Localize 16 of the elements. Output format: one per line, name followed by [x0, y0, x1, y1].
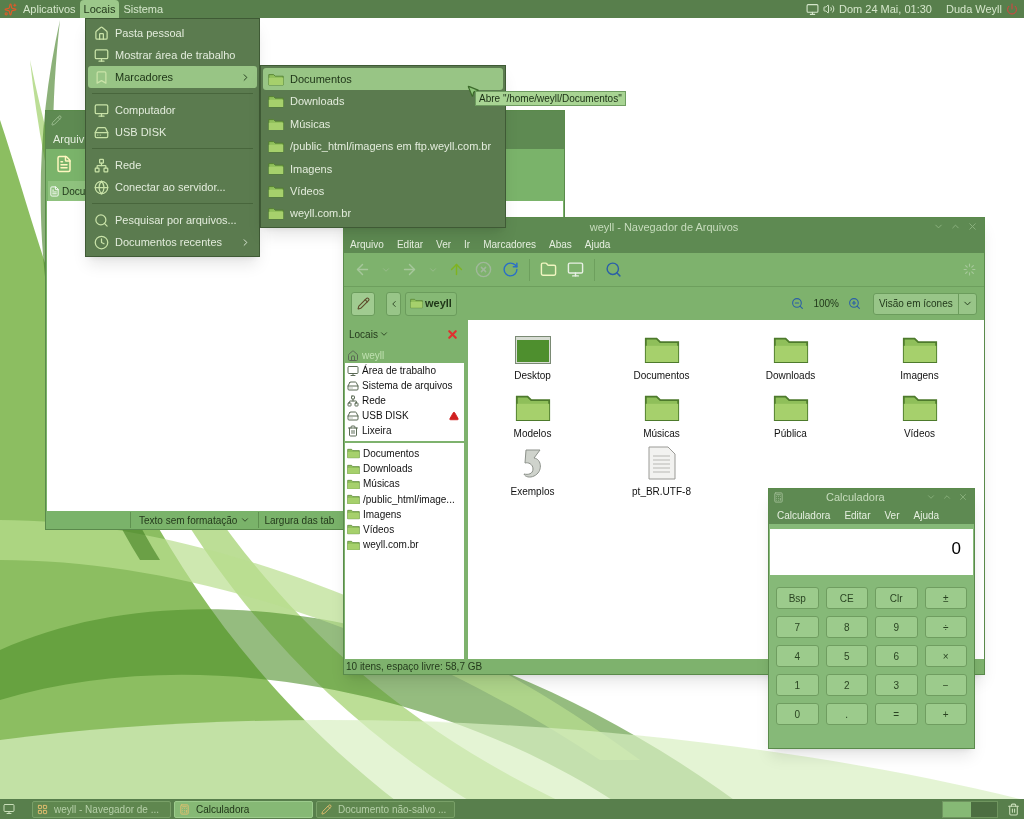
- file-name: Vídeos: [903, 427, 936, 441]
- file-name: Pública: [774, 427, 807, 441]
- file-name: Desktop: [514, 369, 551, 383]
- file-name: Downloads: [765, 369, 816, 383]
- zoom-level: 100%: [813, 297, 839, 311]
- file-name: Músicas: [643, 427, 680, 441]
- file-name: pt_BR.UTF-8: [632, 485, 691, 499]
- file-name: Documentos: [633, 369, 690, 383]
- file-name: Imagens: [900, 369, 939, 383]
- window-title: weyll - Navegador de Arquivos: [589, 219, 739, 235]
- file-name: Modelos: [513, 427, 552, 441]
- window-title: Calculadora: [826, 490, 885, 506]
- calculator-display: 0: [770, 529, 973, 575]
- status-text: 10 itens, espaço livre: 58,7 GB: [346, 660, 483, 674]
- tooltip: Abre "/home/weyll/Documentos": [475, 91, 626, 106]
- file-name: Exemplos: [510, 485, 555, 499]
